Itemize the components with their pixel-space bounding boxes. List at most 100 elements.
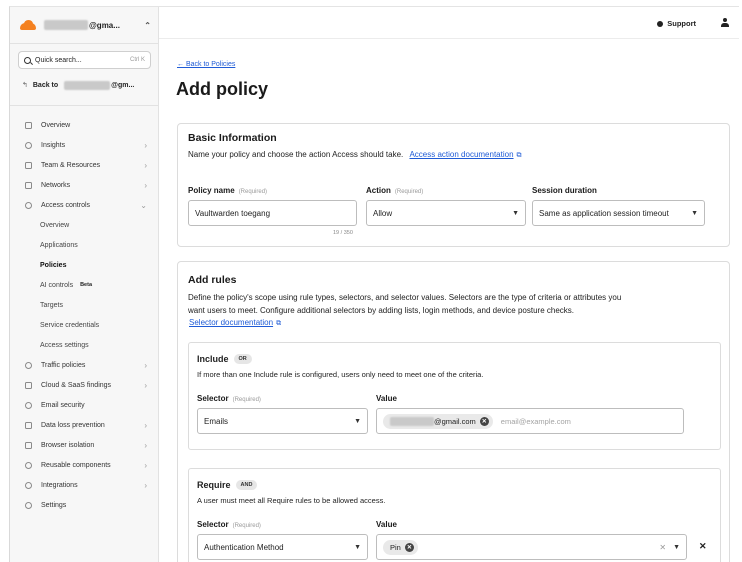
action-label-text: Action xyxy=(366,186,391,195)
cloud-findings-icon xyxy=(25,381,32,389)
dlp-icon xyxy=(25,421,32,429)
shortcut-hint: Ctrl K xyxy=(130,57,145,63)
sidebar-item-label: Email security xyxy=(41,401,85,409)
traffic-policies-icon xyxy=(25,361,32,369)
sidebar-item-data-loss-prevention[interactable]: Data loss prevention › xyxy=(10,415,159,435)
caret-down-icon: ▼ xyxy=(354,543,361,551)
action-select[interactable]: Allow ▼ xyxy=(366,200,526,226)
user-icon[interactable] xyxy=(720,18,730,28)
chevron-right-icon: › xyxy=(144,380,147,390)
team-icon xyxy=(25,161,32,169)
require-selector-select[interactable]: Authentication Method ▼ xyxy=(197,534,368,560)
sidebar-subitem-label: Overview xyxy=(40,221,70,229)
session-duration-select[interactable]: Same as application session timeout ▼ xyxy=(532,200,705,226)
page-title: Add policy xyxy=(176,79,269,99)
include-rule-title: Include OR xyxy=(197,354,252,364)
access-action-doc-link[interactable]: Access action documentation xyxy=(409,150,513,159)
sidebar-subitem-overview[interactable]: Overview xyxy=(10,215,159,235)
access-controls-icon xyxy=(25,201,32,209)
main-content: ← Back to Policies Add policy Basic Info… xyxy=(159,39,739,562)
pin-chip-label: Pin xyxy=(390,542,401,552)
include-rule-box: Include OR If more than one Include rule… xyxy=(188,342,721,450)
back-to-policies-link[interactable]: ← Back to Policies xyxy=(177,61,235,68)
sidebar-subitem-access-settings[interactable]: Access settings xyxy=(10,335,159,355)
sidebar-item-email-security[interactable]: Email security xyxy=(10,395,159,415)
require-selector-value: Authentication Method xyxy=(204,542,284,552)
chevron-right-icon: › xyxy=(144,460,147,470)
sidebar-subitem-applications[interactable]: Applications xyxy=(10,235,159,255)
sidebar-item-label: Reusable components xyxy=(41,461,111,469)
action-label: Action (Required) xyxy=(366,186,423,195)
sidebar-subitem-targets[interactable]: Targets xyxy=(10,295,159,315)
redacted-account xyxy=(64,80,111,90)
chevron-right-icon: › xyxy=(144,140,147,150)
sidebar-subitem-service-credentials[interactable]: Service credentials xyxy=(10,315,159,335)
back-to-suffix: @gm... xyxy=(111,81,135,89)
sidebar-item-traffic-policies[interactable]: Traffic policies › xyxy=(10,355,159,375)
sidebar-subitem-label: Policies xyxy=(40,261,67,269)
and-badge: AND xyxy=(235,480,258,490)
chevron-right-icon: › xyxy=(144,420,147,430)
sidebar-item-browser-isolation[interactable]: Browser isolation › xyxy=(10,435,159,455)
add-rules-desc-line: Define the policy's scope using rule typ… xyxy=(188,293,622,302)
sidebar-item-reusable-components[interactable]: Reusable components › xyxy=(10,455,159,475)
back-arrow-icon: ↰ xyxy=(22,82,28,89)
include-rule-desc: If more than one Include rule is configu… xyxy=(197,370,484,379)
sidebar-item-access-controls[interactable]: Access controls ⌄ xyxy=(10,195,159,215)
account-name-suffix: @gma... xyxy=(89,20,120,30)
divider xyxy=(10,43,159,44)
chevron-right-icon: › xyxy=(144,160,147,170)
add-rules-desc-line: want users to meet. Configure additional… xyxy=(188,305,574,315)
require-rule-title: Require AND xyxy=(197,480,258,490)
include-value-input[interactable]: @gmail.com ✕ email@example.com xyxy=(376,408,684,434)
sidebar-item-integrations[interactable]: Integrations › xyxy=(10,475,159,495)
email-placeholder: email@example.com xyxy=(500,416,571,426)
require-rule-box: Require AND A user must meet all Require… xyxy=(188,468,721,562)
sidebar-item-settings[interactable]: Settings xyxy=(10,495,159,515)
remove-chip-icon[interactable]: ✕ xyxy=(404,542,414,552)
sidebar-item-label: Insights xyxy=(41,141,66,149)
support-label: Support xyxy=(667,19,696,28)
overview-icon xyxy=(25,121,32,129)
selector-doc-link[interactable]: Selector documentation xyxy=(189,318,273,327)
require-value-label: Value xyxy=(376,520,397,529)
sidebar-subitem-label: Access settings xyxy=(40,341,89,349)
remove-chip-icon[interactable]: ✕ xyxy=(479,416,489,426)
sidebar-item-label: Data loss prevention xyxy=(41,421,105,429)
selector-label-text: Selector xyxy=(197,394,229,403)
caret-down-icon[interactable]: ▼ xyxy=(673,544,680,551)
add-rules-card: Add rules Define the policy's scope usin… xyxy=(177,261,730,562)
include-selector-select[interactable]: Emails ▼ xyxy=(197,408,368,434)
account-switcher[interactable]: @gma... ⌃ xyxy=(18,16,151,34)
policy-name-input[interactable]: Vaultwarden toegang xyxy=(188,200,357,226)
require-value-select[interactable]: Pin ✕ ✕ ▼ xyxy=(376,534,687,560)
remove-rule-icon[interactable]: ✕ xyxy=(699,541,707,552)
basic-information-card: Basic Information Name your policy and c… xyxy=(177,123,730,247)
settings-icon xyxy=(25,501,32,509)
help-icon xyxy=(657,20,664,27)
sidebar-item-team-resources[interactable]: Team & Resources › xyxy=(10,155,159,175)
require-selector-label: Selector (Required) xyxy=(197,520,261,529)
external-link-icon: ⧉ xyxy=(276,320,282,327)
support-button[interactable]: Support xyxy=(657,19,696,28)
basic-information-title: Basic Information xyxy=(188,132,277,144)
sidebar-item-overview[interactable]: Overview xyxy=(10,115,159,135)
required-hint: (Required) xyxy=(394,189,424,195)
caret-down-icon: ▼ xyxy=(691,209,698,217)
sidebar-subitem-policies[interactable]: Policies xyxy=(10,255,159,275)
quick-search-input[interactable]: Quick search... Ctrl K xyxy=(18,51,151,69)
include-selector-value: Emails xyxy=(204,416,229,426)
email-security-icon xyxy=(25,401,32,409)
back-to-account-link[interactable]: ↰ Back to @gm... xyxy=(22,79,151,91)
clear-icon[interactable]: ✕ xyxy=(659,543,666,552)
chevron-right-icon: › xyxy=(144,360,147,370)
sidebar: @gma... ⌃ Quick search... Ctrl K ↰ Back … xyxy=(10,7,159,562)
sidebar-item-insights[interactable]: Insights › xyxy=(10,135,159,155)
beta-badge: Beta xyxy=(80,282,92,288)
back-to-label: Back to xyxy=(32,81,59,89)
sidebar-item-cloud-saas-findings[interactable]: Cloud & SaaS findings › xyxy=(10,375,159,395)
sidebar-item-networks[interactable]: Networks › xyxy=(10,175,159,195)
sidebar-subitem-ai-controls[interactable]: AI controls Beta xyxy=(10,275,159,295)
action-value: Allow xyxy=(373,208,393,218)
add-rules-desc: Define the policy's scope using rule typ… xyxy=(188,292,728,331)
